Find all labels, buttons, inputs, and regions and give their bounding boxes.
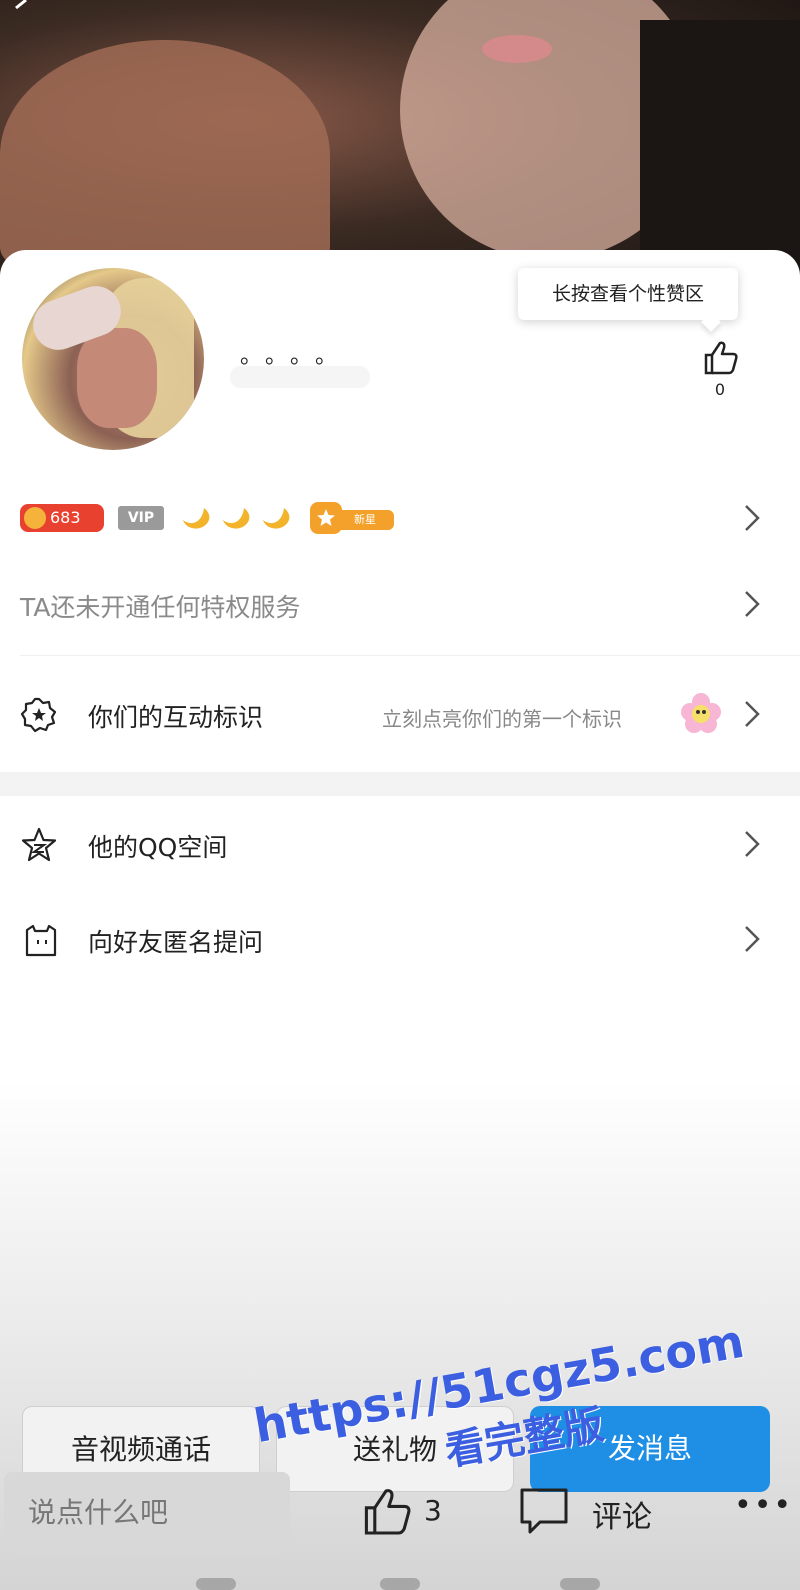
nickname-subtitle-blur <box>230 366 370 388</box>
thumbs-up-icon[interactable] <box>358 1484 414 1540</box>
back-arrow-icon[interactable] <box>10 0 34 24</box>
nav-home-hint <box>380 1578 420 1590</box>
flower-icon <box>681 693 721 733</box>
divider <box>20 655 800 656</box>
thumbs-up-icon[interactable] <box>700 338 740 378</box>
star-outline-icon <box>21 827 57 862</box>
section-divider <box>0 772 800 796</box>
chevron-right-icon[interactable] <box>742 828 762 860</box>
privilege-text: TA还未开通任何特权服务 <box>20 593 301 622</box>
star-badge-tag: 新星 <box>336 510 394 530</box>
like-zone-tooltip: 长按查看个性赞区 <box>518 268 738 320</box>
interaction-hint: 立刻点亮你们的第一个标识 <box>382 707 622 731</box>
level-value: 683 <box>50 508 81 527</box>
like-count: 0 <box>714 380 726 399</box>
vip-badge: VIP <box>118 506 164 530</box>
level-coin-icon <box>24 507 46 529</box>
comment-input[interactable]: 说点什么吧 <box>4 1472 290 1554</box>
nav-back-hint <box>560 1578 600 1590</box>
moon-icon <box>263 508 290 529</box>
comment-bar: 说点什么吧 3 评论 ••• <box>0 1470 800 1590</box>
qzone-label[interactable]: 他的QQ空间 <box>88 828 227 864</box>
chevron-right-icon[interactable] <box>742 923 762 955</box>
interaction-label[interactable]: 你们的互动标识 <box>88 698 263 734</box>
chevron-right-icon[interactable] <box>742 588 762 620</box>
badges-row[interactable]: 683 VIP 新星 <box>20 498 780 538</box>
cat-box-icon <box>25 924 57 957</box>
comment-icon[interactable] <box>518 1486 570 1536</box>
chevron-right-icon[interactable] <box>742 698 762 730</box>
bottom-like-count: 3 <box>424 1494 442 1527</box>
nav-menu-hint <box>196 1578 236 1590</box>
anonymous-question-label[interactable]: 向好友匿名提问 <box>88 923 263 959</box>
star-badge: 新星 <box>310 502 394 534</box>
moon-icon <box>183 508 210 529</box>
chevron-right-icon[interactable] <box>742 502 762 534</box>
level-badge: 683 <box>20 504 104 532</box>
interaction-badge-icon <box>20 697 57 733</box>
avatar[interactable] <box>22 268 204 450</box>
star-icon <box>310 502 342 534</box>
profile-page: 。。。。 长按查看个性赞区 0 683 VIP 新星 TA还未开通任何特权服务 … <box>0 0 800 1590</box>
moon-icon <box>223 508 250 529</box>
more-icon[interactable]: ••• <box>734 1488 793 1523</box>
comment-label[interactable]: 评论 <box>592 1492 652 1536</box>
